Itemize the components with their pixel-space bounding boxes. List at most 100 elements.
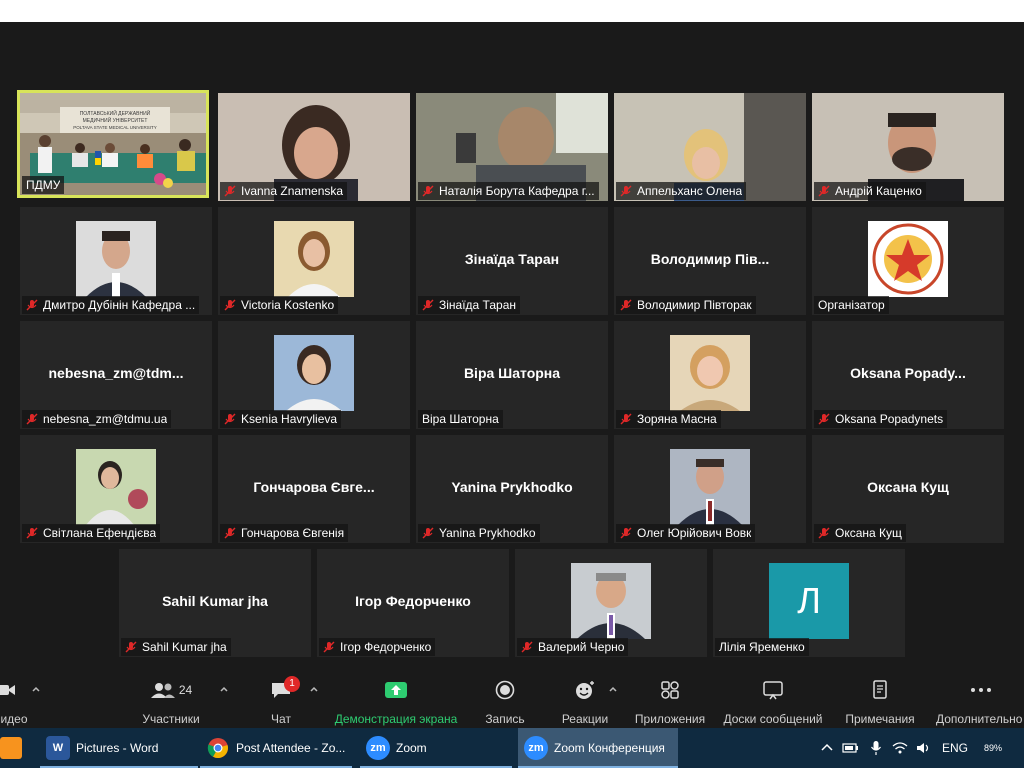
reactions-button[interactable]: Реакции xyxy=(558,676,612,726)
more-button[interactable]: Дополнительно xyxy=(936,676,1024,726)
video-tile-sahil-kumar-jha[interactable]: Sahil Kumar jha Sahil Kumar jha xyxy=(119,549,311,657)
participant-name-label: Ігор Федорченко xyxy=(319,638,436,656)
participant-name-label: Віра Шаторна xyxy=(418,410,503,428)
chevron-up-icon[interactable] xyxy=(608,684,618,694)
mic-muted-icon xyxy=(620,299,632,311)
record-button[interactable]: Запись xyxy=(480,676,530,726)
video-tile-liliia-yaremenko[interactable]: Л Лілія Яременко xyxy=(713,549,905,657)
notes-button[interactable]: Примечания xyxy=(842,676,918,726)
mic-muted-icon xyxy=(620,527,632,539)
participant-name-label: Ivanna Znamenska xyxy=(220,182,348,200)
participant-name-label: Sahil Kumar jha xyxy=(121,638,231,656)
mic-muted-icon xyxy=(224,413,236,425)
video-tile-ihor-fedorchenko[interactable]: Ігор Федорченко Ігор Федорченко xyxy=(317,549,509,657)
video-tile-svitlana-efendieva[interactable]: Світлана Ефендієва xyxy=(20,435,212,543)
video-tile-pdmu[interactable]: ПОЛТАВСЬКИЙ ДЕРЖАВНИЙ МЕДИЧНИЙ УНІВЕРСИТ… xyxy=(17,90,209,198)
chrome-icon xyxy=(206,736,230,760)
participant-name-label: Аппельханс Олена xyxy=(616,182,747,200)
apps-button[interactable]: Приложения xyxy=(632,676,708,726)
video-tile-honcharova-yevheniia[interactable]: Гончарова Євге... Гончарова Євгенія xyxy=(218,435,410,543)
video-tile-ivanna-znamenska[interactable]: Ivanna Znamenska xyxy=(218,93,410,201)
participant-display-name: Ігор Федорченко xyxy=(355,593,471,609)
share-screen-button[interactable]: Демонстрация экрана xyxy=(332,676,460,726)
apps-icon xyxy=(661,681,679,699)
taskbar-item-chrome[interactable]: Post Attendee - Zo... xyxy=(200,728,352,768)
participant-display-name: Oksana Popady... xyxy=(850,365,966,381)
more-dots-icon xyxy=(971,688,991,692)
svg-text:POLTAVA STATE MEDICAL UNIVERSI: POLTAVA STATE MEDICAL UNIVERSITY xyxy=(73,125,157,130)
video-tile-valerii-cherno[interactable]: Валерий Черно xyxy=(515,549,707,657)
volume-icon[interactable] xyxy=(916,741,932,755)
video-tile-victoria-kostenko[interactable]: Victoria Kostenko xyxy=(218,207,410,315)
participant-name-label: Гончарова Євгенія xyxy=(220,524,349,542)
participant-name-label: Наталія Борута Кафедра г... xyxy=(418,182,599,200)
university-logo xyxy=(868,221,948,297)
word-icon: W xyxy=(46,736,70,760)
participant-name-label: nebesna_zm@tdmu.ua xyxy=(22,410,172,428)
profile-photo xyxy=(274,335,354,411)
mic-muted-icon xyxy=(422,299,434,311)
mic-muted-icon xyxy=(224,299,236,311)
mic-muted-icon xyxy=(224,185,236,197)
participant-name-label: Володимир Півторак xyxy=(616,296,756,314)
participant-display-name: Володимир Пів... xyxy=(650,251,770,267)
video-tile-yanina-prykhodko[interactable]: Yanina Prykhodko Yanina Prykhodko xyxy=(416,435,608,543)
participant-display-name: Гончарова Євге... xyxy=(253,479,375,495)
video-tile-andrii-katsenko[interactable]: Андрій Каценко xyxy=(812,93,1004,201)
chevron-up-icon[interactable] xyxy=(820,741,834,755)
whiteboards-button[interactable]: Доски сообщений xyxy=(720,676,826,726)
video-tile-organizer[interactable]: Організатор xyxy=(812,207,1004,315)
whiteboard-icon xyxy=(763,681,783,700)
participant-name-label: Світлана Ефендієва xyxy=(22,524,161,542)
video-tile-appelhans-olena[interactable]: Аппельханс Олена xyxy=(614,93,806,201)
video-tile-oksana-popadynets[interactable]: Oksana Popady... Oksana Popadynets xyxy=(812,321,1004,429)
participant-display-name: Зінаїда Таран xyxy=(464,251,560,267)
video-tile-dmytro-dubinin[interactable]: Дмитро Дубінін Кафедра ... xyxy=(20,207,212,315)
chevron-up-icon[interactable] xyxy=(309,684,319,694)
svg-text:ПОЛТАВСЬКИЙ ДЕРЖАВНИЙ: ПОЛТАВСЬКИЙ ДЕРЖАВНИЙ xyxy=(80,109,151,117)
participant-name-label: Yanina Prykhodko xyxy=(418,524,540,542)
notes-icon xyxy=(873,680,887,699)
video-tile-zinaida-taran[interactable]: Зінаїда Таран Зінаїда Таран xyxy=(416,207,608,315)
taskbar-item-zoom[interactable]: zm Zoom xyxy=(360,728,512,768)
taskbar-item-zoom-meeting[interactable]: zm Zoom Конференция xyxy=(518,728,678,768)
participant-name-label: Лілія Яременко xyxy=(715,638,809,656)
participant-name-label: Організатор xyxy=(814,296,889,314)
zoom-icon: zm xyxy=(366,736,390,760)
video-camera-icon xyxy=(0,685,15,695)
participant-name-label: Victoria Kostenko xyxy=(220,296,339,314)
participant-display-name: Оксана Кущ xyxy=(867,479,949,495)
participant-display-name: Віра Шаторна xyxy=(463,365,561,381)
participant-name-label: Валерий Черно xyxy=(517,638,629,656)
participants-button[interactable]: 24 Участники xyxy=(136,676,206,726)
chevron-up-icon[interactable] xyxy=(31,684,41,694)
language-indicator[interactable]: ENG xyxy=(942,741,968,755)
zoom-icon: zm xyxy=(524,736,548,760)
chevron-up-icon[interactable] xyxy=(219,684,229,694)
window-top-bar xyxy=(0,0,1024,22)
participant-display-name: Yanina Prykhodko xyxy=(451,479,573,495)
video-tile-vira-shatorna[interactable]: Віра Шаторна Віра Шаторна xyxy=(416,321,608,429)
pinned-app-icon[interactable] xyxy=(0,728,24,768)
profile-photo xyxy=(571,563,651,639)
participant-name-label: Зоряна Масна xyxy=(616,410,721,428)
battery-icon[interactable] xyxy=(842,741,860,755)
mic-muted-icon xyxy=(422,527,434,539)
taskbar-item-word[interactable]: W Pictures - Word xyxy=(40,728,198,768)
video-tile-ksenia-havrylieva[interactable]: Ksenia Havrylieva xyxy=(218,321,410,429)
video-tile-zoriana-masna[interactable]: Зоряна Масна xyxy=(614,321,806,429)
video-tile-oleh-vovk[interactable]: Олег Юрійович Вовк xyxy=(614,435,806,543)
system-tray: ENG 89% xyxy=(820,728,1002,768)
video-tile-oksana-kushch[interactable]: Оксана Кущ Оксана Кущ xyxy=(812,435,1004,543)
video-tile-volodymyr-pivtorak[interactable]: Володимир Пів... Володимир Півторак xyxy=(614,207,806,315)
meeting-toolbar: ь видео 24 Участники Чат 1 Демонстрация … xyxy=(0,672,1024,728)
participant-name-label: ПДМУ xyxy=(22,176,65,194)
app-launcher-icon xyxy=(0,737,22,759)
wifi-icon[interactable] xyxy=(892,741,908,755)
mic-muted-icon xyxy=(818,185,830,197)
profile-photo xyxy=(76,221,156,297)
video-tile-nataliia-boruta[interactable]: Наталія Борута Кафедра г... xyxy=(416,93,608,201)
participant-display-name: Sahil Kumar jha xyxy=(162,593,268,609)
video-tile-nebesna[interactable]: nebesna_zm@tdm... nebesna_zm@tdmu.ua xyxy=(20,321,212,429)
microphone-icon[interactable] xyxy=(870,740,882,756)
